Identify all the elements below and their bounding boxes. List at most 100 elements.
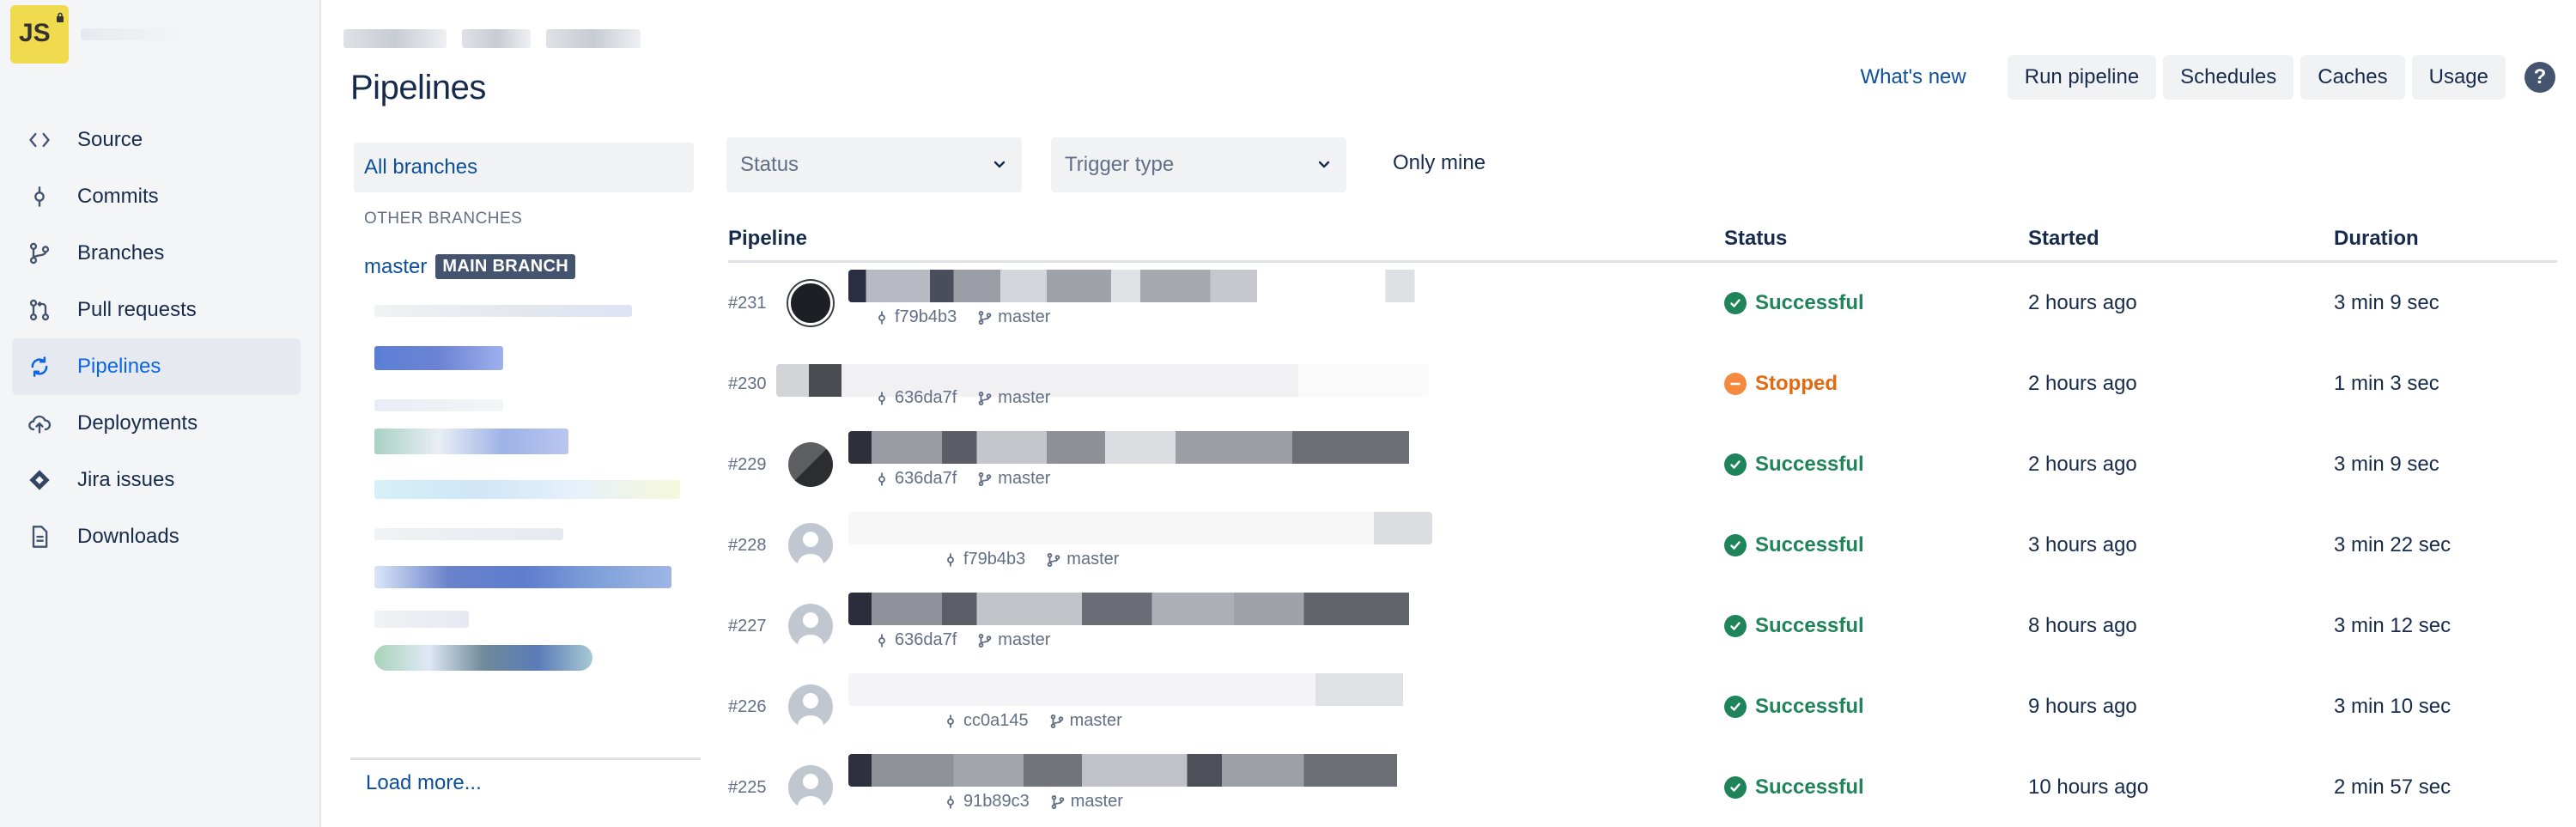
trigger-type-filter-placeholder: Trigger type	[1065, 153, 1175, 176]
table-row[interactable]: #226 cc0a145 master Successful 9 hours a…	[728, 666, 2557, 747]
status-badge: Successful	[1724, 533, 2028, 557]
nav-item-branches[interactable]: Branches	[12, 225, 301, 282]
help-icon[interactable]: ?	[2524, 62, 2555, 93]
branch-item-redacted[interactable]	[374, 645, 592, 671]
commit-icon	[878, 311, 885, 324]
branch-name[interactable]: master	[1066, 550, 1119, 569]
run-number[interactable]: #227	[728, 617, 788, 636]
only-mine-toggle[interactable]: Only mine	[1393, 151, 1485, 175]
check-circle-icon	[1724, 696, 1747, 718]
commit-hash[interactable]: 636da7f	[895, 630, 957, 650]
duration-cell: 1 min 3 sec	[2334, 372, 2439, 395]
branch-name[interactable]: master	[998, 469, 1050, 489]
repo-name-redacted[interactable]	[81, 28, 184, 40]
commit-meta: f79b4b3 master	[874, 307, 1050, 327]
cloud-upload-icon	[26, 410, 53, 437]
status-filter-select[interactable]: Status	[726, 137, 1022, 192]
run-pipeline-button[interactable]: Run pipeline	[2007, 55, 2157, 100]
branch-name[interactable]: master	[998, 388, 1050, 408]
status-cell: Successful	[1724, 291, 2028, 315]
table-row[interactable]: #229 636da7f master Successful 2 hours a…	[728, 424, 2557, 505]
load-more-link[interactable]: Load more...	[366, 771, 482, 795]
nav-item-source[interactable]: Source	[12, 112, 301, 168]
duration-cell: 3 min 9 sec	[2334, 291, 2439, 314]
breadcrumb-item-redacted[interactable]	[343, 29, 447, 48]
commit-hash[interactable]: 636da7f	[895, 469, 957, 489]
branch-link-master[interactable]: master	[364, 255, 427, 279]
caches-button[interactable]: Caches	[2300, 55, 2405, 100]
commit-message-redacted[interactable]	[848, 431, 1432, 464]
status-cell: Successful	[1724, 695, 2028, 719]
table-row[interactable]: #228 f79b4b3 master Successful 3 hours a…	[728, 505, 2557, 586]
branch-item-redacted[interactable]	[374, 305, 632, 317]
branch-item-redacted[interactable]	[374, 346, 503, 370]
breadcrumb-item-redacted[interactable]	[546, 29, 641, 48]
schedules-button[interactable]: Schedules	[2163, 55, 2294, 100]
jira-icon	[26, 466, 53, 494]
repo-avatar[interactable]: JS	[10, 5, 69, 64]
nav-item-downloads[interactable]: Downloads	[12, 508, 301, 565]
nav-item-pipelines[interactable]: Pipelines	[12, 338, 301, 395]
usage-button[interactable]: Usage	[2411, 55, 2506, 100]
branch-item-redacted[interactable]	[374, 528, 563, 540]
commit-meta: 91b89c3 master	[943, 792, 1123, 812]
started-cell: 3 hours ago	[2028, 533, 2137, 556]
author-avatar	[788, 442, 833, 487]
run-number[interactable]: #228	[728, 536, 788, 556]
repo-header[interactable]: JS	[10, 5, 184, 64]
whats-new-link[interactable]: What's new	[1860, 65, 1965, 89]
nav-item-jira-issues[interactable]: Jira issues	[12, 452, 301, 508]
status-badge: Successful	[1724, 453, 2028, 477]
commit-hash[interactable]: 636da7f	[895, 388, 957, 408]
branch-icon	[978, 391, 992, 405]
branch-name[interactable]: master	[1071, 792, 1123, 812]
pipeline-cell: #228 f79b4b3 master	[728, 505, 1724, 586]
branch-name[interactable]: master	[998, 630, 1050, 650]
branch-icon	[978, 310, 992, 325]
table-row[interactable]: #231 f79b4b3 master Successful 2 hours a…	[728, 263, 2557, 344]
branch-item-master[interactable]: master MAIN BRANCH	[354, 254, 694, 279]
commit-message-redacted[interactable]	[848, 270, 1432, 302]
branch-item-redacted[interactable]	[374, 399, 503, 411]
branch-item-redacted[interactable]	[374, 566, 671, 588]
nav-item-pull-requests[interactable]: Pull requests	[12, 282, 301, 338]
breadcrumb-item-redacted[interactable]	[462, 29, 531, 48]
commit-hash[interactable]: f79b4b3	[963, 550, 1025, 569]
all-branches-item[interactable]: All branches	[354, 143, 694, 192]
commit-hash[interactable]: 91b89c3	[963, 792, 1030, 812]
commit-icon	[947, 715, 954, 727]
branch-item-redacted[interactable]	[374, 480, 680, 499]
trigger-type-filter-select[interactable]: Trigger type	[1051, 137, 1346, 192]
started-cell: 2 hours ago	[2028, 453, 2137, 476]
status-label: Stopped	[1755, 372, 1838, 395]
branch-icon	[1051, 794, 1065, 809]
column-header-duration: Duration	[2334, 227, 2419, 250]
commit-meta: 636da7f master	[874, 469, 1050, 489]
sidebar: JS Source Commits Branches Pull requests…	[0, 0, 321, 827]
branch-item-redacted[interactable]	[374, 611, 469, 628]
branch-name[interactable]: master	[1070, 711, 1122, 731]
nav-item-commits[interactable]: Commits	[12, 168, 301, 225]
commit-icon	[878, 392, 885, 404]
nav-item-deployments[interactable]: Deployments	[12, 395, 301, 452]
user-avatar-icon	[788, 684, 833, 729]
commit-hash[interactable]: cc0a145	[963, 711, 1029, 731]
branch-name[interactable]: master	[998, 307, 1050, 327]
check-circle-icon	[1724, 615, 1747, 637]
table-row[interactable]: #227 636da7f master Successful 8 hours a…	[728, 586, 2557, 666]
branch-item-redacted[interactable]	[374, 429, 568, 454]
commit-message-redacted[interactable]	[848, 673, 1432, 706]
table-row[interactable]: #225 91b89c3 master Successful 10 hours …	[728, 747, 2557, 827]
run-number[interactable]: #229	[728, 455, 788, 475]
pipelines-table: Pipeline Status Started Duration #231 f7…	[728, 227, 2557, 827]
run-number[interactable]: #226	[728, 697, 788, 717]
commit-message-redacted[interactable]	[848, 754, 1432, 787]
run-number[interactable]: #225	[728, 778, 788, 798]
commit-hash[interactable]: f79b4b3	[895, 307, 957, 327]
commit-message-redacted[interactable]	[848, 593, 1432, 625]
commit-message-redacted[interactable]	[848, 512, 1432, 544]
run-number[interactable]: #231	[728, 294, 788, 313]
table-row[interactable]: #230 636da7f master Stopped 2 hours ago …	[728, 344, 2557, 424]
pipeline-cell: #226 cc0a145 master	[728, 666, 1724, 747]
repo-nav: Source Commits Branches Pull requests Pi…	[12, 112, 301, 565]
